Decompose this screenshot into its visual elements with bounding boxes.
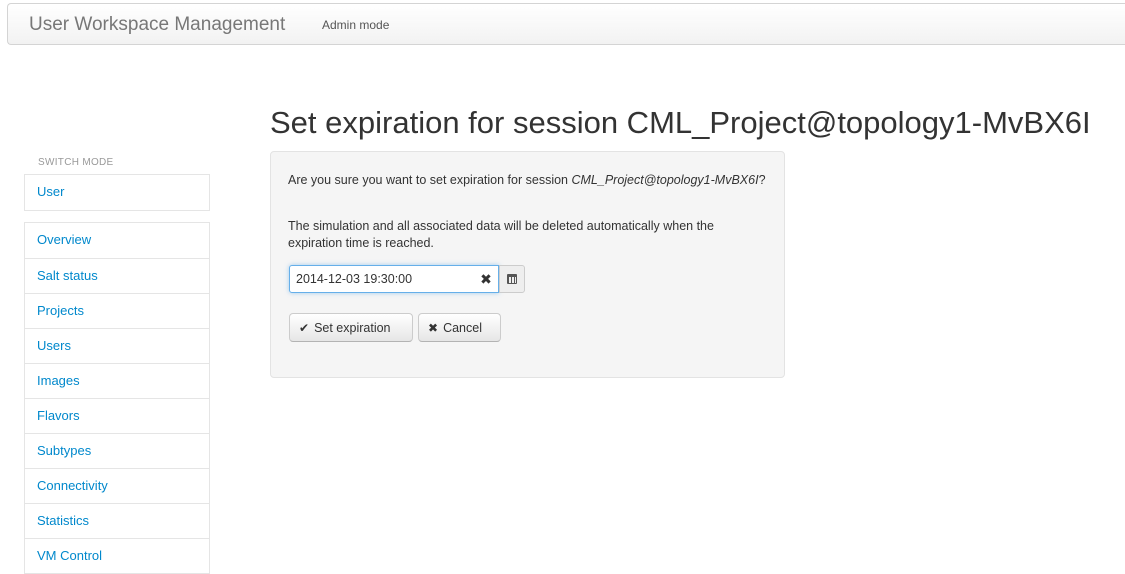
top-navbar: User Workspace Management Admin mode	[7, 3, 1125, 45]
expiration-form: Are you sure you want to set expiration …	[270, 151, 785, 378]
calendar-picker-button[interactable]	[499, 265, 525, 293]
page-title: Set expiration for session CML_Project@t…	[270, 105, 1091, 140]
nav-item-users[interactable]: Users	[25, 328, 209, 363]
question-prefix: Are you sure you want to set expiration …	[288, 173, 572, 187]
cancel-button[interactable]: ✖ Cancel	[418, 313, 501, 342]
nav-item-projects[interactable]: Projects	[25, 293, 209, 328]
confirmation-question: Are you sure you want to set expiration …	[288, 172, 768, 189]
deletion-warning: The simulation and all associated data w…	[288, 219, 714, 250]
nav-item-vm-control[interactable]: VM Control	[25, 538, 209, 573]
app-brand[interactable]: User Workspace Management	[29, 14, 285, 36]
cancel-label: Cancel	[443, 320, 482, 335]
admin-nav: Overview Salt status Projects Users Imag…	[24, 222, 210, 574]
calendar-icon	[507, 274, 517, 284]
check-icon: ✔	[299, 320, 310, 335]
nav-item-connectivity[interactable]: Connectivity	[25, 468, 209, 503]
nav-item-user[interactable]: User	[25, 175, 209, 210]
nav-item-subtypes[interactable]: Subtypes	[25, 433, 209, 468]
expiration-datetime-input[interactable]	[289, 265, 499, 293]
set-expiration-label: Set expiration	[314, 320, 391, 335]
nav-item-salt-status[interactable]: Salt status	[25, 258, 209, 293]
nav-item-flavors[interactable]: Flavors	[25, 398, 209, 433]
nav-item-images[interactable]: Images	[25, 363, 209, 398]
question-suffix: ?	[758, 173, 766, 187]
mode-nav: User	[24, 174, 210, 211]
nav-item-overview[interactable]: Overview	[25, 223, 209, 258]
nav-item-statistics[interactable]: Statistics	[25, 503, 209, 538]
times-icon: ✖	[428, 320, 439, 335]
admin-mode-link[interactable]: Admin mode	[322, 18, 389, 32]
set-expiration-button[interactable]: ✔ Set expiration	[289, 313, 413, 342]
clear-date-icon[interactable]: ✖	[478, 269, 494, 289]
session-name: CML_Project@topology1-MvBX6I	[571, 173, 759, 187]
switch-mode-header: SWITCH MODE	[38, 157, 114, 168]
